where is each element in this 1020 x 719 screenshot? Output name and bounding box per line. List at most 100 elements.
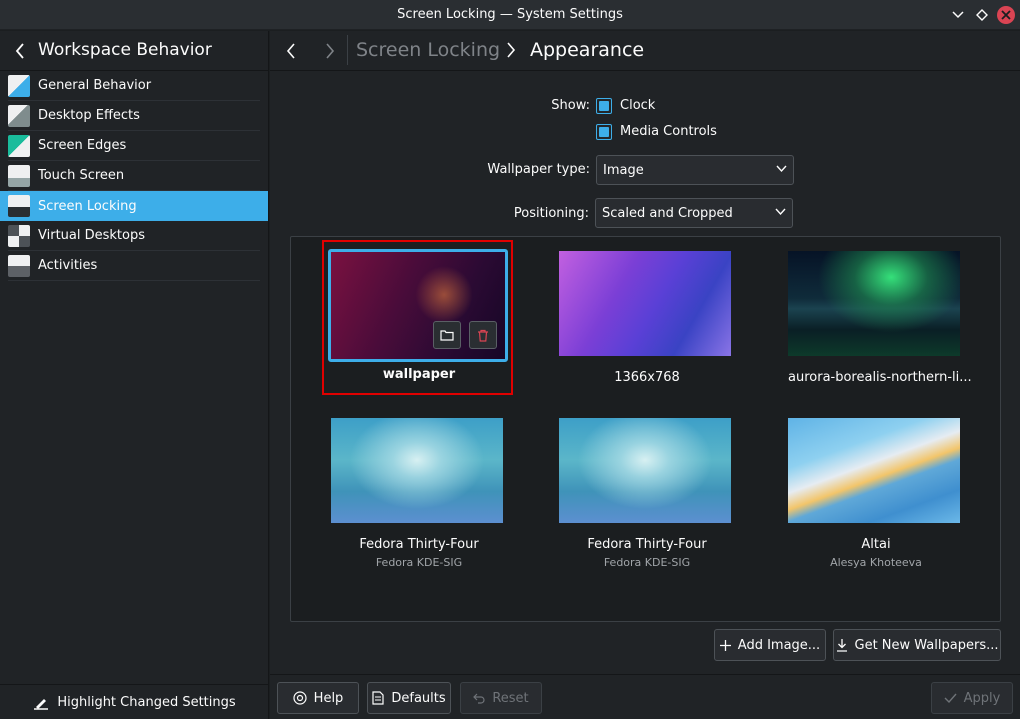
wallpaper-grid: wallpaper 1366x768 aurora-borealis-north… [290,236,1001,622]
activities-icon [8,254,30,277]
sidebar-item-general-behavior[interactable]: General Behavior [8,71,260,101]
close-icon [1001,10,1011,20]
wallpaper-author: Fedora KDE-SIG [603,556,691,569]
sidebar-title: Workspace Behavior [38,40,212,60]
chevron-right-icon [326,43,335,59]
clock-label: Clock [620,98,656,113]
wallpaper-tile[interactable]: Fedora Thirty-Four Fedora KDE-SIG [331,418,507,569]
wallpaper-author: Fedora KDE-SIG [375,556,463,569]
open-folder-button[interactable] [433,321,461,349]
breadcrumb-parent[interactable]: Screen Locking [356,39,500,61]
get-new-wallpapers-label: Get New Wallpapers... [854,637,999,653]
apply-label: Apply [963,690,1001,706]
highlight-changed-button[interactable]: Highlight Changed Settings [0,684,269,719]
wallpaper-thumbnail [559,418,731,523]
wallpaper-thumbnail [788,251,960,356]
sidebar-item-screen-edges[interactable]: Screen Edges [8,131,260,161]
media-controls-checkbox[interactable] [596,124,612,140]
minimize-button[interactable] [949,6,967,24]
highlight-changed-label: Highlight Changed Settings [57,694,236,710]
plus-icon [719,639,731,651]
chevron-left-icon [286,43,295,59]
page-title: Appearance [530,39,645,61]
chevron-left-icon [15,43,24,59]
screen-locking-icon [8,195,30,217]
close-button[interactable] [997,6,1015,24]
desktop-effects-icon [8,104,30,127]
wallpaper-name: wallpaper [382,367,456,382]
folder-icon [440,330,454,341]
wallpaper-tile[interactable]: 1366x768 [559,251,735,385]
sidebar-item-label: Screen Edges [38,138,127,153]
apply-button[interactable]: Apply [931,682,1013,714]
reset-button[interactable]: Reset [460,682,542,714]
media-controls-label: Media Controls [620,124,717,139]
chevron-right-icon [506,42,516,62]
wallpaper-thumbnail [559,251,731,356]
get-new-wallpapers-button[interactable]: Get New Wallpapers... [833,629,1001,661]
sidebar-item-label: Activities [38,258,98,273]
checkmark-icon [944,693,957,703]
add-image-label: Add Image... [737,637,821,653]
defaults-label: Defaults [391,690,446,706]
sidebar-item-screen-locking[interactable]: Screen Locking [0,191,268,221]
download-icon [836,638,847,652]
wallpaper-name: 1366x768 [614,370,680,385]
wallpaper-tile[interactable]: Altai Alesya Khoteeva [788,418,964,569]
wallpaper-name: Altai [861,537,891,552]
sidebar-item-label: Virtual Desktops [38,228,145,243]
virtual-desktops-icon [8,224,30,247]
wallpaper-tile[interactable]: Fedora Thirty-Four Fedora KDE-SIG [559,418,735,569]
bottom-bar: Help Defaults Reset Apply [270,674,1020,719]
main-panel: Screen Locking Appearance Show: Clock Me… [270,31,1020,719]
breadcrumb-separator [347,35,348,65]
screen-edges-icon [8,134,30,157]
sidebar-item-label: Screen Locking [38,198,137,214]
help-label: Help [313,690,344,706]
trash-icon [478,329,488,342]
show-label: Show: [551,98,590,113]
wallpaper-name: Fedora Thirty-Four [587,537,707,552]
touch-screen-icon [8,164,30,187]
wallpaper-tile[interactable]: aurora-borealis-northern-li... [788,251,972,385]
wallpaper-type-value: Image [603,162,644,178]
sidebar-item-virtual-desktops[interactable]: Virtual Desktops [8,221,260,251]
clock-checkbox[interactable] [596,98,612,114]
wallpaper-thumbnail [331,418,503,523]
delete-wallpaper-button[interactable] [469,321,497,349]
help-button[interactable]: Help [277,682,359,714]
window-titlebar: Screen Locking — System Settings [0,0,1020,30]
wallpaper-thumbnail-selected[interactable] [328,249,508,362]
chevron-down-icon [952,11,964,19]
wallpaper-name: Fedora Thirty-Four [359,537,479,552]
wallpaper-tile[interactable]: wallpaper [331,367,507,382]
sidebar-item-touch-screen[interactable]: Touch Screen [8,161,260,191]
sidebar-item-desktop-effects[interactable]: Desktop Effects [8,101,260,131]
general-behavior-icon [8,74,30,97]
maximize-button[interactable] [973,6,991,24]
back-button[interactable] [281,41,301,61]
sidebar-item-label: Touch Screen [38,168,125,183]
window-title: Screen Locking — System Settings [397,7,623,22]
wallpaper-type-select[interactable]: Image [596,155,794,185]
positioning-value: Scaled and Cropped [602,205,733,221]
help-icon [293,691,307,705]
sidebar-list: General Behavior Desktop Effects Screen … [0,71,268,281]
positioning-select[interactable]: Scaled and Cropped [595,198,793,228]
main-header: Screen Locking Appearance [270,31,1020,71]
sidebar-back-button[interactable] [10,41,30,61]
sidebar-item-activities[interactable]: Activities [8,251,260,281]
sidebar-header: Workspace Behavior [0,31,269,71]
chevron-down-icon [775,208,786,216]
diamond-icon [976,9,988,21]
defaults-button[interactable]: Defaults [367,682,451,714]
forward-button[interactable] [320,41,340,61]
add-image-button[interactable]: Add Image... [714,629,826,661]
chevron-down-icon [776,165,787,173]
document-icon [372,691,384,705]
wallpaper-thumbnail [788,418,960,523]
undo-icon [473,693,485,704]
sidebar-item-label: Desktop Effects [38,108,140,123]
wallpaper-type-label: Wallpaper type: [487,162,590,177]
wallpaper-author: Alesya Khoteeva [830,556,922,569]
